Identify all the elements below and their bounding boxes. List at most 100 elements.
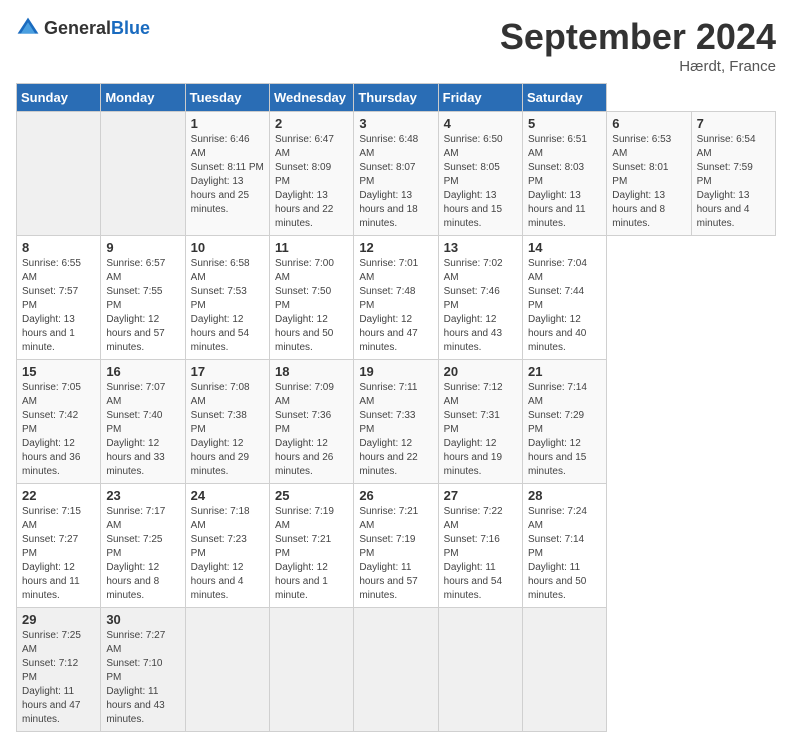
day-daylight: Daylight: 12 hours and 40 minutes.	[528, 314, 586, 353]
day-sunset: Sunset: 8:09 PM	[275, 162, 331, 187]
day-number: 21	[528, 364, 601, 379]
day-sunrise: Sunrise: 7:19 AM	[275, 506, 334, 531]
calendar-week-1: 8Sunrise: 6:55 AMSunset: 7:57 PMDaylight…	[17, 236, 776, 360]
calendar-cell: 1Sunrise: 6:46 AMSunset: 8:11 PMDaylight…	[185, 112, 269, 236]
logo: GeneralBlue	[16, 16, 150, 40]
day-sunrise: Sunrise: 6:48 AM	[359, 134, 418, 159]
day-daylight: Daylight: 12 hours and 29 minutes.	[191, 438, 249, 477]
calendar-cell: 20Sunrise: 7:12 AMSunset: 7:31 PMDayligh…	[438, 360, 522, 484]
calendar-body: 1Sunrise: 6:46 AMSunset: 8:11 PMDaylight…	[17, 112, 776, 732]
day-daylight: Daylight: 12 hours and 50 minutes.	[275, 314, 333, 353]
day-daylight: Daylight: 12 hours and 19 minutes.	[444, 438, 502, 477]
day-sunset: Sunset: 7:25 PM	[106, 534, 162, 559]
day-sunrise: Sunrise: 7:22 AM	[444, 506, 503, 531]
calendar-cell: 6Sunrise: 6:53 AMSunset: 8:01 PMDaylight…	[607, 112, 691, 236]
page-header: GeneralBlue September 2024 Hærdt, France	[16, 16, 776, 75]
calendar-cell: 13Sunrise: 7:02 AMSunset: 7:46 PMDayligh…	[438, 236, 522, 360]
calendar-cell: 18Sunrise: 7:09 AMSunset: 7:36 PMDayligh…	[269, 360, 353, 484]
day-sunrise: Sunrise: 7:24 AM	[528, 506, 587, 531]
day-number: 4	[444, 116, 517, 131]
day-sunset: Sunset: 7:57 PM	[22, 286, 78, 311]
day-sunset: Sunset: 8:11 PM	[191, 162, 264, 173]
calendar-cell: 22Sunrise: 7:15 AMSunset: 7:27 PMDayligh…	[17, 484, 101, 608]
calendar-cell	[269, 608, 353, 732]
day-daylight: Daylight: 12 hours and 4 minutes.	[191, 562, 244, 601]
calendar-cell: 3Sunrise: 6:48 AMSunset: 8:07 PMDaylight…	[354, 112, 438, 236]
calendar-cell	[17, 112, 101, 236]
header-sunday: Sunday	[17, 84, 101, 112]
calendar-cell	[522, 608, 606, 732]
day-number: 24	[191, 488, 264, 503]
day-daylight: Daylight: 12 hours and 54 minutes.	[191, 314, 249, 353]
calendar-week-2: 15Sunrise: 7:05 AMSunset: 7:42 PMDayligh…	[17, 360, 776, 484]
day-sunrise: Sunrise: 7:18 AM	[191, 506, 250, 531]
logo-icon	[16, 16, 40, 40]
header-thursday: Thursday	[354, 84, 438, 112]
calendar-cell: 8Sunrise: 6:55 AMSunset: 7:57 PMDaylight…	[17, 236, 101, 360]
day-number: 3	[359, 116, 432, 131]
calendar-cell: 21Sunrise: 7:14 AMSunset: 7:29 PMDayligh…	[522, 360, 606, 484]
day-sunset: Sunset: 8:03 PM	[528, 162, 584, 187]
day-daylight: Daylight: 11 hours and 50 minutes.	[528, 562, 586, 601]
day-sunset: Sunset: 7:50 PM	[275, 286, 331, 311]
day-daylight: Daylight: 12 hours and 36 minutes.	[22, 438, 80, 477]
day-number: 23	[106, 488, 179, 503]
calendar-cell: 16 Sunrise: 7:07 AM Sunset: 7:40 PM Dayligh…	[101, 360, 185, 484]
calendar-week-0: 1Sunrise: 6:46 AMSunset: 8:11 PMDaylight…	[17, 112, 776, 236]
day-number: 18	[275, 364, 348, 379]
calendar-cell: 9Sunrise: 6:57 AMSunset: 7:55 PMDaylight…	[101, 236, 185, 360]
day-sunset: Sunset: 7:44 PM	[528, 286, 584, 311]
day-sunrise: Sunrise: 7:12 AM	[444, 382, 503, 407]
calendar-cell: 24Sunrise: 7:18 AMSunset: 7:23 PMDayligh…	[185, 484, 269, 608]
calendar-cell: 26Sunrise: 7:21 AMSunset: 7:19 PMDayligh…	[354, 484, 438, 608]
title-area: September 2024 Hærdt, France	[500, 16, 776, 75]
calendar-cell: 28Sunrise: 7:24 AMSunset: 7:14 PMDayligh…	[522, 484, 606, 608]
day-sunrise: Sunrise: 7:09 AM	[275, 382, 334, 407]
day-number: 15	[22, 364, 95, 379]
day-number: 9	[106, 240, 179, 255]
day-daylight: Daylight: 13 hours and 8 minutes.	[612, 190, 665, 229]
day-number: 30	[106, 612, 179, 627]
logo-blue: Blue	[111, 18, 150, 38]
day-daylight: Daylight: 13 hours and 25 minutes.	[191, 176, 249, 215]
day-sunrise: Sunrise: 7:08 AM	[191, 382, 250, 407]
day-sunrise: Sunrise: 7:27 AM	[106, 630, 165, 655]
day-number: 16	[106, 364, 179, 379]
day-sunset: Sunset: 8:01 PM	[612, 162, 668, 187]
day-sunrise: Sunrise: 7:01 AM	[359, 258, 418, 283]
day-sunset: Sunset: 7:59 PM	[697, 162, 753, 187]
day-daylight: Daylight: 12 hours and 22 minutes.	[359, 438, 417, 477]
calendar-week-4: 29Sunrise: 7:25 AMSunset: 7:12 PMDayligh…	[17, 608, 776, 732]
day-sunset: Sunset: 7:38 PM	[191, 410, 247, 435]
calendar-cell: 15Sunrise: 7:05 AMSunset: 7:42 PMDayligh…	[17, 360, 101, 484]
day-sunrise: Sunrise: 6:57 AM	[106, 258, 165, 283]
calendar-cell	[101, 112, 185, 236]
day-sunset: Sunset: 7:27 PM	[22, 534, 78, 559]
day-sunrise: Sunrise: 7:14 AM	[528, 382, 587, 407]
day-sunrise: Sunrise: 7:17 AM	[106, 506, 165, 531]
day-daylight: Daylight: 12 hours and 47 minutes.	[359, 314, 417, 353]
day-sunset: Sunset: 7:36 PM	[275, 410, 331, 435]
day-number: 5	[528, 116, 601, 131]
calendar-cell: 7Sunrise: 6:54 AMSunset: 7:59 PMDaylight…	[691, 112, 775, 236]
header-monday: Monday	[101, 84, 185, 112]
header-wednesday: Wednesday	[269, 84, 353, 112]
day-sunrise: Sunrise: 7:07 AM	[106, 382, 165, 407]
calendar-week-3: 22Sunrise: 7:15 AMSunset: 7:27 PMDayligh…	[17, 484, 776, 608]
day-sunset: Sunset: 7:19 PM	[359, 534, 415, 559]
day-sunrise: Sunrise: 6:58 AM	[191, 258, 250, 283]
day-number: 27	[444, 488, 517, 503]
calendar-cell: 23Sunrise: 7:17 AMSunset: 7:25 PMDayligh…	[101, 484, 185, 608]
day-number: 25	[275, 488, 348, 503]
calendar-cell: 25Sunrise: 7:19 AMSunset: 7:21 PMDayligh…	[269, 484, 353, 608]
day-number: 14	[528, 240, 601, 255]
calendar-cell: 4Sunrise: 6:50 AMSunset: 8:05 PMDaylight…	[438, 112, 522, 236]
day-daylight: Daylight: 12 hours and 11 minutes.	[22, 562, 80, 601]
calendar-cell	[438, 608, 522, 732]
day-sunset: Sunset: 7:42 PM	[22, 410, 78, 435]
day-sunrise: Sunrise: 6:55 AM	[22, 258, 81, 283]
day-daylight: Daylight: 12 hours and 33 minutes.	[106, 438, 164, 477]
day-number: 22	[22, 488, 95, 503]
day-sunset: Sunset: 7:40 PM	[106, 410, 162, 435]
day-number: 2	[275, 116, 348, 131]
